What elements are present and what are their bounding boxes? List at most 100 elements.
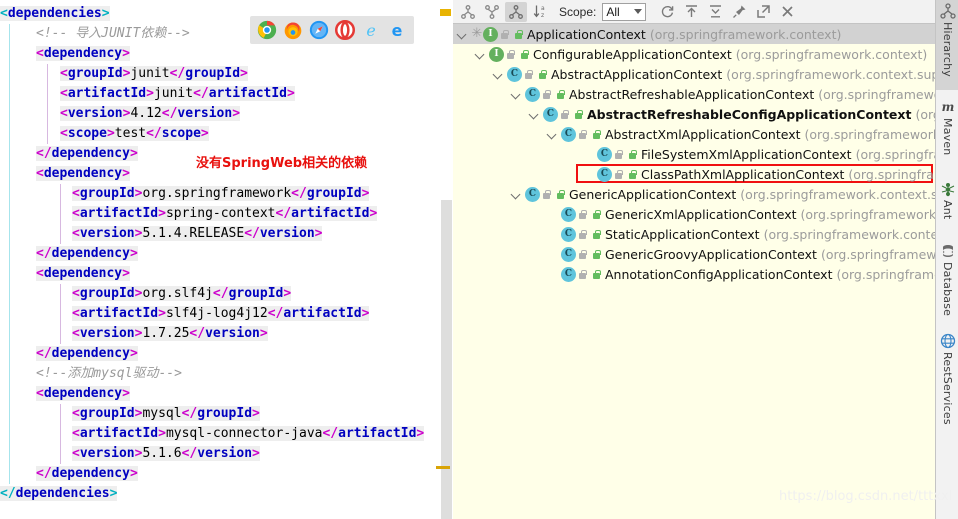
close-icon[interactable]: [776, 2, 798, 22]
code-line: <version>1.7.25</version>: [0, 324, 453, 344]
code-token: >: [158, 306, 166, 321]
code-token: slf4j-log4j12: [165, 306, 268, 321]
type-hierarchy-icon[interactable]: [457, 2, 479, 22]
editor-marker-top[interactable]: [440, 9, 451, 16]
sort-alphabetically-icon[interactable]: az: [529, 2, 551, 22]
code-token: version: [79, 446, 135, 461]
edge-icon[interactable]: e: [387, 20, 407, 40]
chevron-down-icon[interactable]: [511, 88, 523, 100]
code-token: groupId: [79, 406, 135, 421]
chevron-down-icon[interactable]: [529, 108, 541, 120]
hierarchy-tree-row[interactable]: C FileSystemXmlApplicationContext (org.spr…: [453, 144, 935, 164]
collapse-all-icon[interactable]: [704, 2, 726, 22]
code-token: groupId: [306, 186, 362, 201]
tab-database[interactable]: Database: [936, 240, 958, 324]
class-name: GenericXmlApplicationContext: [605, 206, 797, 222]
public-access-icon: [591, 269, 602, 280]
pin-tab-icon[interactable]: [728, 2, 750, 22]
code-token: dependency: [43, 386, 123, 401]
hierarchy-tree-row[interactable]: C ClassPathXmlApplicationContext (org.spri…: [453, 164, 935, 184]
chrome-icon[interactable]: [257, 20, 277, 40]
editor-marker-bottom[interactable]: [436, 466, 450, 469]
tab-maven[interactable]: m Maven: [936, 96, 958, 172]
code-token: >: [122, 266, 130, 281]
hierarchy-tree-row[interactable]: C AbstractXmlApplicationContext (org.sprin…: [453, 124, 935, 144]
subtypes-hierarchy-icon[interactable]: [505, 1, 527, 22]
package-name: (org.springframework.context.support): [915, 106, 935, 122]
refresh-icon[interactable]: [656, 2, 678, 22]
tab-ant[interactable]: Ant: [936, 178, 958, 234]
hierarchy-tree-row[interactable]: C GenericXmlApplicationContext (org.spring…: [453, 204, 935, 224]
chevron-down-icon[interactable]: [493, 68, 505, 80]
class-name: AbstractRefreshableConfigApplicationCont…: [587, 106, 912, 122]
browser-launch-toolbar[interactable]: ee: [250, 16, 414, 44]
code-token: <: [36, 266, 44, 281]
hierarchy-tree-row[interactable]: C GenericApplicationContext (org.springfra…: [453, 184, 935, 204]
package-name: (org.springframework.context.support): [818, 86, 935, 102]
code-token: artifactId: [79, 206, 159, 221]
code-token: >: [101, 6, 110, 21]
code-token: dependency: [51, 346, 130, 361]
expand-all-icon[interactable]: [680, 2, 702, 22]
code-token: <!-- 导入JUNIT依赖-->: [36, 26, 190, 41]
package-name: (org.springframework.context.support): [855, 146, 935, 162]
hierarchy-tree-row[interactable]: C StaticApplicationContext (org.springfram…: [453, 224, 935, 244]
code-line: <dependency>: [0, 44, 453, 64]
safari-icon[interactable]: [309, 20, 329, 40]
code-token: test: [114, 126, 147, 141]
hierarchy-tree-row[interactable]: C AbstractApplicationContext (org.springfr…: [453, 64, 935, 84]
chevron-down-icon[interactable]: [547, 128, 559, 140]
firefox-icon[interactable]: [283, 20, 303, 40]
internet-explorer-icon[interactable]: e: [361, 20, 381, 40]
interface-icon: I: [489, 46, 504, 62]
code-token: </: [189, 326, 206, 341]
visibility-lock-icon: [505, 49, 516, 60]
chevron-down-icon[interactable]: [475, 48, 487, 60]
editor-scrollbar-thumb[interactable]: [441, 200, 452, 519]
code-token: junit: [153, 86, 194, 101]
hierarchy-tree-row[interactable]: C AbstractRefreshableConfigApplicationCon…: [453, 104, 935, 124]
chevron-down-icon[interactable]: [511, 188, 523, 200]
hierarchy-tree-row[interactable]: C GenericGroovyApplicationContext (org.spr…: [453, 244, 935, 264]
export-icon[interactable]: [752, 2, 774, 22]
package-name: (org.springframework.context.support): [820, 246, 935, 262]
scope-select[interactable]: All: [602, 2, 647, 21]
code-token: >: [369, 206, 378, 221]
code-token: >: [122, 166, 130, 181]
code-line: <groupId>mysql</groupId>: [0, 404, 453, 424]
public-access-icon: [573, 109, 584, 120]
hierarchy-tree-row[interactable]: I ConfigurableApplicationContext (org.spri…: [453, 44, 935, 64]
xml-code-editor[interactable]: <dependencies> <!-- 导入JUNIT依赖--> <dependen…: [0, 0, 453, 519]
class-icon: C: [525, 86, 540, 102]
tab-restservices[interactable]: RestServices: [936, 330, 958, 434]
supertypes-hierarchy-icon[interactable]: [481, 2, 503, 22]
class-icon: C: [561, 246, 576, 262]
class-name: GenericApplicationContext: [569, 186, 737, 202]
code-token: scope: [67, 126, 107, 141]
class-name: AbstractRefreshableApplicationContext: [569, 86, 815, 102]
opera-icon[interactable]: [335, 20, 355, 40]
class-icon: C: [525, 186, 540, 202]
public-access-icon: [591, 129, 602, 140]
code-token: groupId: [197, 406, 253, 421]
code-token: <!--添加mysql驱动-->: [36, 366, 182, 381]
class-name: StaticApplicationContext: [605, 226, 760, 242]
class-name: AnnotationConfigApplicationContext: [605, 266, 833, 282]
code-token: >: [106, 126, 115, 141]
hierarchy-tree-row[interactable]: C AnnotationConfigApplicationContext (org.…: [453, 264, 935, 284]
code-token: <: [72, 286, 80, 301]
chevron-down-icon[interactable]: [457, 28, 469, 40]
hierarchy-tree-row[interactable]: ✳ I ApplicationContext (org.springframework…: [453, 24, 935, 44]
hierarchy-tree-row[interactable]: C AbstractRefreshableApplicationContext (o…: [453, 84, 935, 104]
class-hierarchy-tree[interactable]: ✳ I ApplicationContext (org.springframework…: [453, 24, 935, 519]
code-token: <: [60, 126, 68, 141]
code-token: org.springframework: [142, 186, 292, 201]
class-name: AbstractApplicationContext: [551, 66, 723, 82]
tab-hierarchy[interactable]: Hierarchy: [936, 0, 958, 90]
root-marker-icon: ✳: [471, 26, 483, 41]
code-token: mysql-connector-java: [165, 426, 323, 441]
